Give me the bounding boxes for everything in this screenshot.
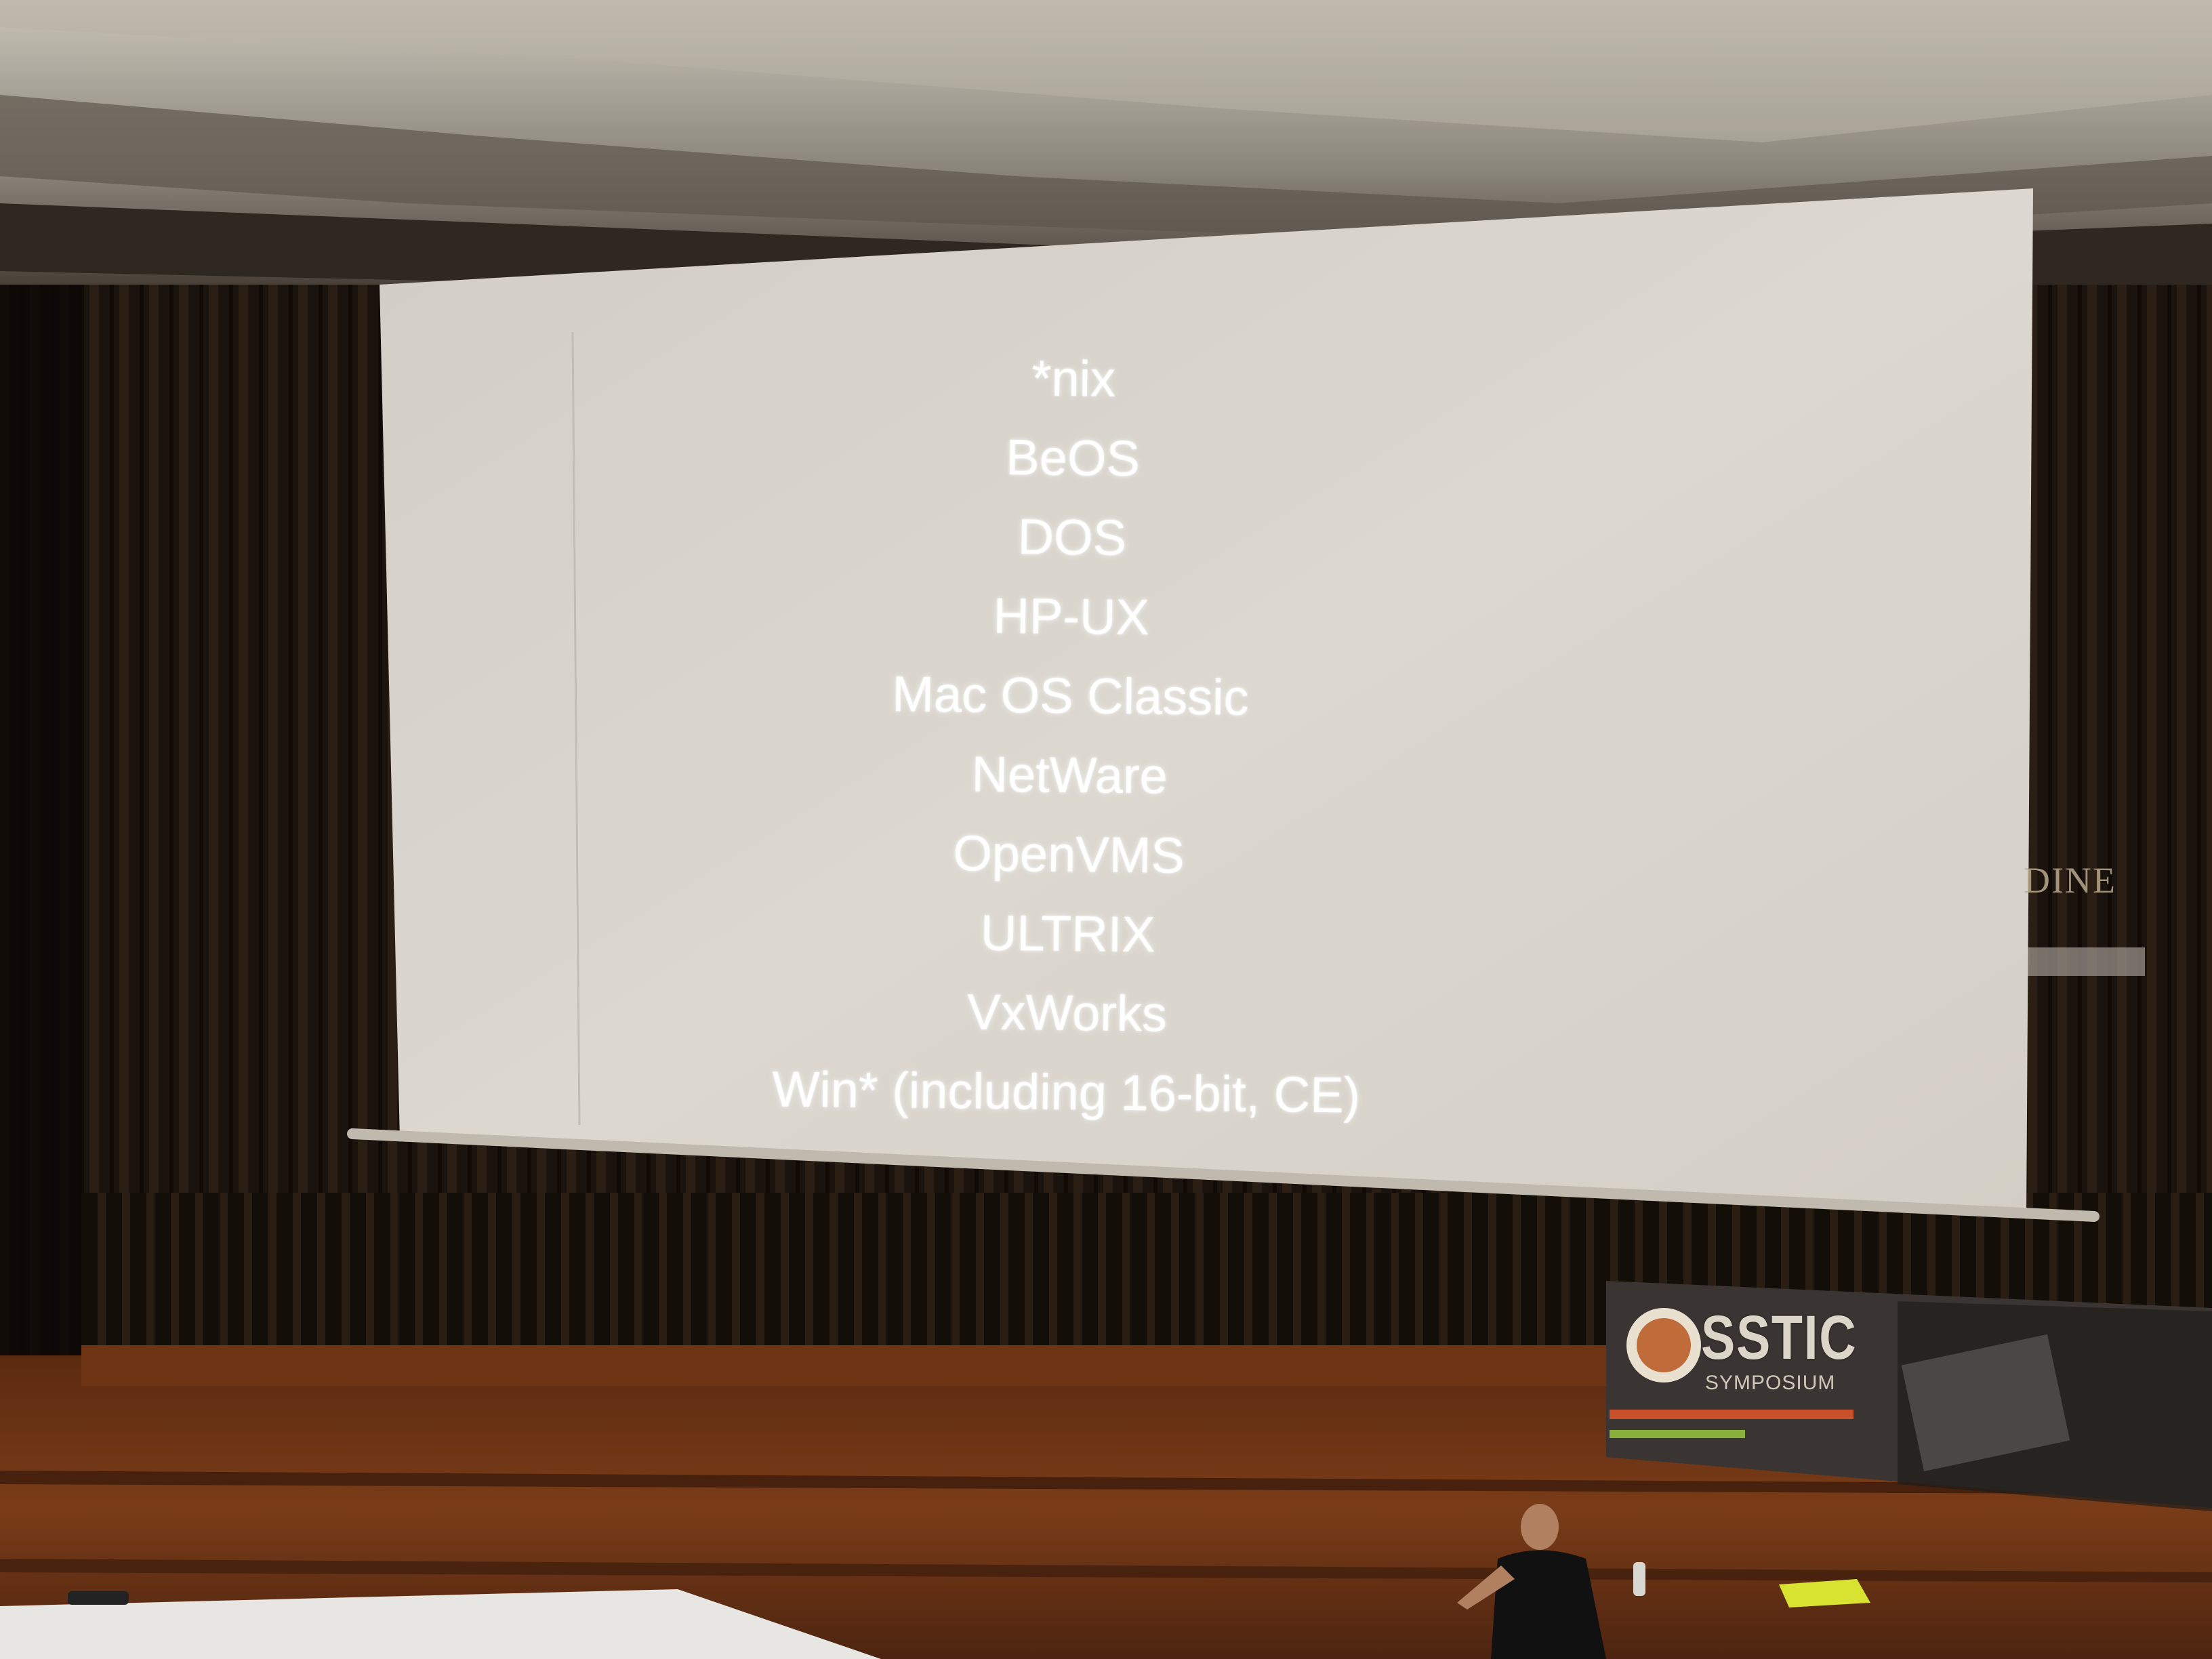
wall-shadow-left [0, 285, 81, 1369]
slide-os-list: *nix BeOS DOS HP-UX Mac OS Classic NetWa… [670, 335, 1471, 1136]
banner-title: SSTIC [1701, 1303, 1858, 1372]
slide-item: OpenVMS [952, 825, 1185, 884]
banner-logo-inner [1637, 1318, 1691, 1372]
wall-sign-text: DINE [2024, 860, 2116, 901]
slide-item: Mac OS Classic [891, 665, 1250, 726]
slide-item: NetWare [971, 745, 1168, 804]
slide-item: HP-UX [993, 587, 1150, 646]
water-bottle [1633, 1562, 1645, 1596]
wall-plaque [2023, 947, 2145, 976]
slide-item: Win* (including 16-bit, CE) [772, 1061, 1361, 1124]
slide-item: VxWorks [966, 983, 1168, 1042]
auditorium-scene: *nix BeOS DOS HP-UX Mac OS Classic NetWa… [0, 0, 2212, 1659]
banner-stripe-orange [1610, 1410, 1853, 1419]
table-object [68, 1591, 129, 1605]
slide-item: *nix [1031, 350, 1116, 407]
presenter-head [1521, 1504, 1559, 1550]
slide-item: DOS [1017, 508, 1127, 566]
slide-item: BeOS [1006, 428, 1141, 487]
slide-item: ULTRIX [980, 904, 1156, 963]
banner-stripe-green [1610, 1430, 1745, 1438]
banner-subtitle: SYMPOSIUM [1705, 1372, 1836, 1394]
